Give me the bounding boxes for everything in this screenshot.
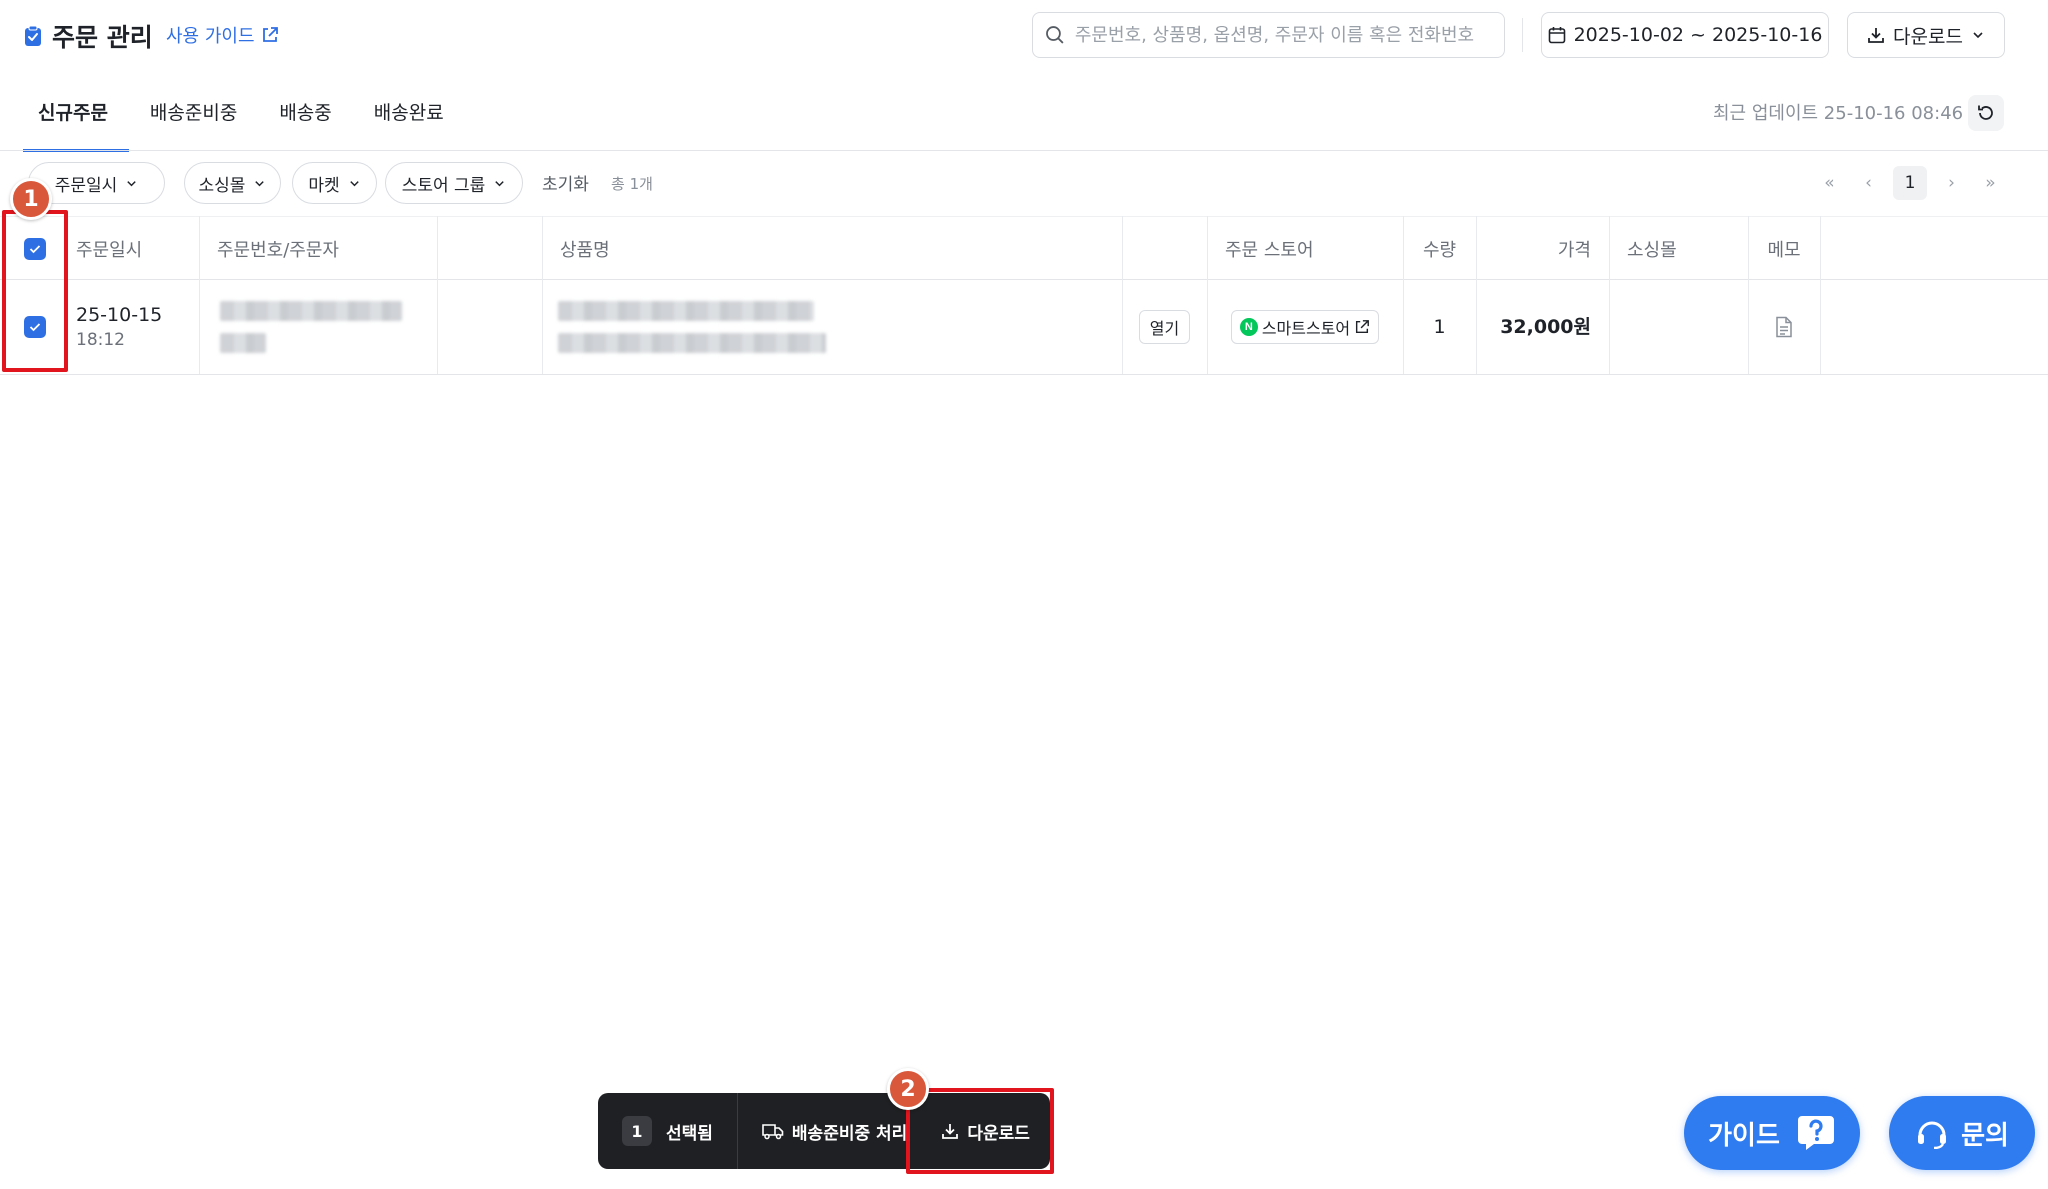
order-search-box[interactable] <box>1032 12 1505 58</box>
open-cell: 열기 <box>1122 280 1207 374</box>
order-date-cell: 25-10-15 18:12 <box>76 280 196 374</box>
pagination: « ‹ 1 › » <box>1810 166 2010 200</box>
next-page-button[interactable]: › <box>1932 166 1971 200</box>
chevron-down-icon <box>495 180 505 186</box>
total-count: 총 1개 <box>611 175 653 193</box>
first-page-button[interactable]: « <box>1810 166 1849 200</box>
memo-cell <box>1748 280 1820 374</box>
tabs-divider <box>0 150 2048 151</box>
tab-new-orders[interactable]: 신규주문 <box>17 84 129 152</box>
filter-store-group-label: 스토어 그룹 <box>401 175 486 196</box>
tab-preparing-shipment[interactable]: 배송준비중 <box>129 84 258 152</box>
page-header: 주문 관리 사용 가이드 2025-10-02 ~ 2025-10-16 다운로… <box>0 0 2048 72</box>
usage-guide-link[interactable]: 사용 가이드 <box>166 22 279 48</box>
usage-guide-label: 사용 가이드 <box>166 26 255 47</box>
filter-store-group[interactable]: 스토어 그룹 <box>385 162 523 204</box>
title-wrap: 주문 관리 <box>24 18 153 54</box>
order-status-tabs: 신규주문 배송준비중 배송중 배송완료 <box>0 84 465 152</box>
col-product-name: 상품명 <box>560 239 610 261</box>
clipboard-check-icon <box>25 25 41 46</box>
download-icon <box>1868 28 1884 43</box>
refresh-button[interactable] <box>1968 95 2004 131</box>
selected-label: 선택됨 <box>666 1123 713 1144</box>
ship-prep-label: 배송준비중 처리 <box>791 1123 908 1144</box>
header-divider <box>1522 18 1523 52</box>
selected-count: 1 <box>622 1116 652 1146</box>
chevron-down-icon <box>1973 32 1983 39</box>
order-number-cell <box>220 280 420 374</box>
reset-filters-button[interactable]: 초기화 <box>542 170 589 195</box>
col-order-store: 주문 스토어 <box>1225 239 1314 261</box>
action-bar-divider <box>736 1093 738 1169</box>
col-order-date: 주문일시 <box>76 239 143 261</box>
memo-document-icon[interactable] <box>1774 316 1794 338</box>
question-bubble-icon <box>1797 1116 1834 1150</box>
filter-sourcing-mall-label: 소싱몰 <box>198 175 246 196</box>
redacted-order-number <box>220 301 402 321</box>
order-store-cell: N 스마트스토어 <box>1207 280 1403 374</box>
headset-icon <box>1918 1121 1947 1149</box>
floating-guide-label: 가이드 <box>1708 1120 1780 1151</box>
col-sourcing-mall: 소싱몰 <box>1627 239 1677 261</box>
external-link-icon <box>262 27 278 42</box>
redacted-product-name <box>558 301 814 321</box>
ship-prep-button[interactable]: 배송준비중 처리 <box>752 1093 917 1169</box>
floating-inquiry-button[interactable]: 문의 <box>1889 1096 2035 1170</box>
prev-page-button[interactable]: ‹ <box>1849 166 1888 200</box>
floating-inquiry-label: 문의 <box>1961 1120 2009 1151</box>
price: 32,000원 <box>1500 315 1591 338</box>
date-range-picker[interactable]: 2025-10-02 ~ 2025-10-16 <box>1541 12 1829 58</box>
order-time: 18:12 <box>76 330 125 350</box>
price-cell: 32,000원 <box>1476 280 1609 374</box>
table-row[interactable]: 25-10-15 18:12 열기 N 스마트스토어 1 32,000원 <box>0 280 2048 375</box>
calendar-icon <box>1548 27 1565 44</box>
current-page[interactable]: 1 <box>1893 166 1927 200</box>
store-badge[interactable]: N 스마트스토어 <box>1230 310 1380 344</box>
tab-delivered[interactable]: 배송완료 <box>353 84 465 152</box>
chevron-down-icon <box>127 180 137 186</box>
chevron-down-icon <box>349 180 359 186</box>
redacted-orderer-name <box>220 333 266 353</box>
filter-order-date-label: 주문일시 <box>54 175 118 196</box>
header-download-button[interactable]: 다운로드 <box>1847 12 2005 58</box>
truck-icon <box>762 1124 784 1140</box>
col-memo: 메모 <box>1767 239 1801 261</box>
table-header: 주문일시 주문번호/주문자 상품명 주문 스토어 수량 가격 소싱몰 메모 <box>0 216 2048 280</box>
product-name-cell <box>558 280 1118 374</box>
open-button[interactable]: 열기 <box>1138 310 1191 344</box>
filter-market-label: 마켓 <box>308 175 340 196</box>
header-download-label: 다운로드 <box>1893 25 1963 48</box>
last-updated-text: 최근 업데이트 25-10-16 08:46 <box>1713 103 1964 124</box>
store-name: 스마트스토어 <box>1261 319 1351 338</box>
quantity-cell: 1 <box>1403 280 1476 374</box>
page-title: 주문 관리 <box>52 23 153 52</box>
floating-guide-button[interactable]: 가이드 <box>1684 1096 1860 1170</box>
quantity: 1 <box>1433 316 1446 338</box>
filter-market[interactable]: 마켓 <box>292 162 377 204</box>
external-link-icon <box>1356 320 1370 334</box>
annotation-marker-2: 2 <box>887 1068 929 1110</box>
filter-sourcing-mall[interactable]: 소싱몰 <box>184 162 281 204</box>
naver-logo-icon: N <box>1239 318 1258 336</box>
col-order-number: 주문번호/주문자 <box>217 239 339 261</box>
annotation-box-download <box>906 1088 1054 1174</box>
tab-in-transit[interactable]: 배송중 <box>258 84 352 152</box>
annotation-box-checkbox <box>2 210 68 372</box>
search-icon <box>1046 26 1064 44</box>
chevron-down-icon <box>255 180 265 186</box>
last-page-button[interactable]: » <box>1971 166 2010 200</box>
col-quantity: 수량 <box>1422 239 1457 261</box>
refresh-icon <box>1978 105 1993 120</box>
order-date: 25-10-15 <box>76 304 163 326</box>
filter-bar: 주문일시 소싱몰 마켓 스토어 그룹 초기화 총 1개 « ‹ 1 › » <box>0 162 2048 204</box>
order-search-input[interactable] <box>1074 24 1492 46</box>
date-range-label: 2025-10-02 ~ 2025-10-16 <box>1573 24 1823 46</box>
redacted-product-option <box>558 333 826 353</box>
col-price: 가격 <box>1557 239 1591 261</box>
annotation-marker-1: 1 <box>10 178 52 220</box>
